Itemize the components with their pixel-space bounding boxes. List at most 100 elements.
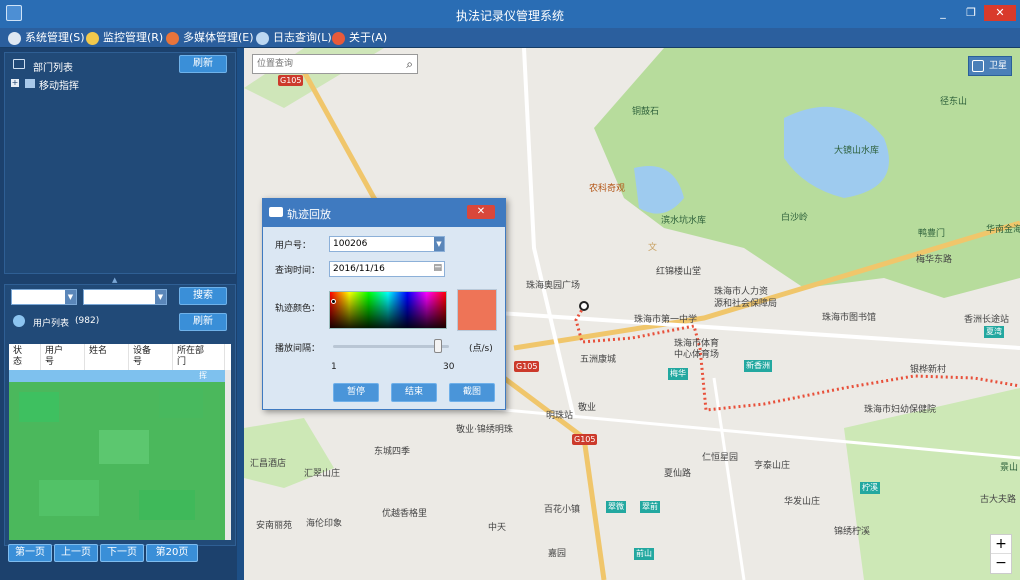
minimize-button[interactable]: _ [930, 5, 956, 21]
track-color-label: 轨迹颜色： [275, 304, 321, 314]
table-scrollbar[interactable] [225, 370, 231, 540]
filter-combo-1[interactable]: ▼ [11, 289, 77, 305]
slider-thumb[interactable] [433, 339, 442, 353]
about-icon [332, 32, 345, 45]
slider-max-label: 30 [443, 362, 455, 372]
map-label: 夏仙路 [664, 469, 692, 479]
menu-system[interactable]: 系统管理(S) [8, 30, 85, 46]
satellite-toggle[interactable]: 卫星 [968, 56, 1012, 76]
user-id-value: 100206 [333, 239, 368, 249]
map-label: 径东山 [940, 97, 968, 107]
query-date-picker[interactable]: 2016/11/16 ▤ [329, 261, 445, 277]
department-icon [13, 59, 25, 69]
column-header-user-id[interactable]: 用户号 [41, 344, 85, 370]
menu-system-label: 系统管理(S) [25, 31, 85, 44]
col-dept-l1: 所在部 [177, 346, 205, 356]
next-page-button[interactable]: 下一页 [100, 544, 144, 562]
department-list-title: 部门列表 [33, 63, 73, 74]
map-label: 滨水坑水库 [661, 216, 707, 226]
calendar-icon[interactable]: ▤ [433, 263, 442, 273]
menu-about[interactable]: 关于(A) [332, 30, 387, 46]
map-label: 香洲长途站 [964, 315, 1010, 325]
column-header-status[interactable]: 状态 [9, 344, 41, 370]
play-interval-slider[interactable] [333, 339, 449, 353]
column-header-dept[interactable]: 所在部门 [173, 344, 225, 370]
road-shield: G105 [572, 434, 598, 445]
map-label: 农科奇观 [589, 184, 626, 194]
redacted-block [99, 430, 149, 464]
prev-page-button[interactable]: 上一页 [54, 544, 98, 562]
col-dept-l2: 门 [177, 357, 187, 367]
col-status-l1: 状 [13, 346, 23, 356]
last-page-button[interactable]: 第20页 [146, 544, 198, 562]
road-shield: G105 [278, 75, 304, 86]
user-icon [13, 315, 25, 327]
col-device-l1: 设备 [133, 346, 152, 356]
menu-monitor[interactable]: 监控管理(R) [86, 30, 163, 46]
metro-station: 前山 [634, 548, 654, 560]
color-picker-handle[interactable] [331, 299, 336, 304]
map-label: 珠海奥园广场 [526, 281, 581, 291]
user-id-label: 用户号： [275, 241, 312, 251]
chevron-down-icon[interactable]: ▼ [434, 237, 444, 251]
app-window: 执法记录仪管理系统 _ ❐ ✕ 系统管理(S) 监控管理(R) 多媒体管理(E)… [0, 0, 1020, 580]
map-label: 敬业 [578, 403, 597, 413]
map-label: 珠海市妇幼保健院 [864, 405, 937, 415]
map-label: 大镜山水库 [834, 146, 880, 156]
splitter-handle[interactable]: ▲ [112, 276, 124, 284]
menu-log[interactable]: 日志查询(L) [256, 30, 332, 46]
restore-button[interactable]: ❐ [958, 5, 984, 21]
pause-button[interactable]: 暂停 [333, 383, 379, 402]
map-label: 文 [648, 243, 658, 253]
selected-color-swatch [457, 289, 497, 331]
color-spectrum-picker[interactable] [329, 291, 447, 329]
query-time-label: 查询时间： [275, 266, 321, 276]
dialog-close-button[interactable]: ✕ [467, 205, 495, 219]
tree-item-mobile-command[interactable]: 移动指挥 [39, 77, 79, 92]
location-search-input[interactable] [257, 57, 397, 71]
col-user-l2: 号 [45, 357, 55, 367]
user-id-combo[interactable]: 100206 ▼ [329, 236, 445, 252]
map-label: 珠海市图书馆 [822, 313, 877, 323]
road-shield: G105 [514, 361, 540, 372]
map-label: 亨泰山庄 [754, 461, 791, 471]
map-label: 中心体育场 [674, 350, 720, 360]
log-icon [256, 32, 269, 45]
satellite-label: 卫星 [988, 61, 1007, 71]
row-dept-cell: 挥 [199, 371, 207, 380]
metro-station: 夏湾 [984, 326, 1004, 338]
menu-multimedia[interactable]: 多媒体管理(E) [166, 30, 254, 46]
department-refresh-button[interactable]: 刷新 [179, 55, 227, 73]
map-label: 汇翠山庄 [304, 469, 341, 479]
column-header-device[interactable]: 设备号 [129, 344, 173, 370]
zoom-control: + − [990, 534, 1012, 574]
table-row-selected[interactable]: 挥 [9, 370, 225, 382]
map-label: 百花小镇 [544, 505, 581, 515]
metro-station: 翠微 [606, 501, 626, 513]
screenshot-button[interactable]: 截图 [449, 383, 495, 402]
user-refresh-button[interactable]: 刷新 [179, 313, 227, 331]
tree-expander[interactable]: + [11, 79, 19, 87]
pager: 第一页 上一页 下一页 第20页 [0, 540, 237, 580]
window-title: 执法记录仪管理系统 [455, 9, 564, 23]
search-icon[interactable]: ⌕ [406, 57, 413, 72]
menu-multimedia-label: 多媒体管理(E) [183, 31, 254, 44]
book-icon [269, 207, 283, 217]
finish-button[interactable]: 结束 [391, 383, 437, 402]
column-header-name[interactable]: 姓名 [85, 344, 129, 370]
map-label: 景山 [1000, 463, 1019, 473]
chevron-down-icon: ▼ [155, 290, 166, 304]
map-label: 海伦印象 [306, 519, 343, 529]
zoom-out-button[interactable]: − [991, 554, 1011, 573]
user-count: (982) [75, 316, 100, 326]
first-page-button[interactable]: 第一页 [8, 544, 52, 562]
close-button[interactable]: ✕ [984, 5, 1016, 21]
map-label: 梅华东路 [916, 255, 953, 265]
map-label: 嘉园 [548, 549, 567, 559]
filter-combo-2[interactable]: ▼ [83, 289, 167, 305]
location-search[interactable]: ⌕ [252, 54, 418, 74]
map-label: 华南金海 [986, 225, 1020, 235]
search-button[interactable]: 搜索 [179, 287, 227, 305]
slider-min-label: 1 [331, 362, 337, 372]
zoom-in-button[interactable]: + [991, 535, 1011, 554]
